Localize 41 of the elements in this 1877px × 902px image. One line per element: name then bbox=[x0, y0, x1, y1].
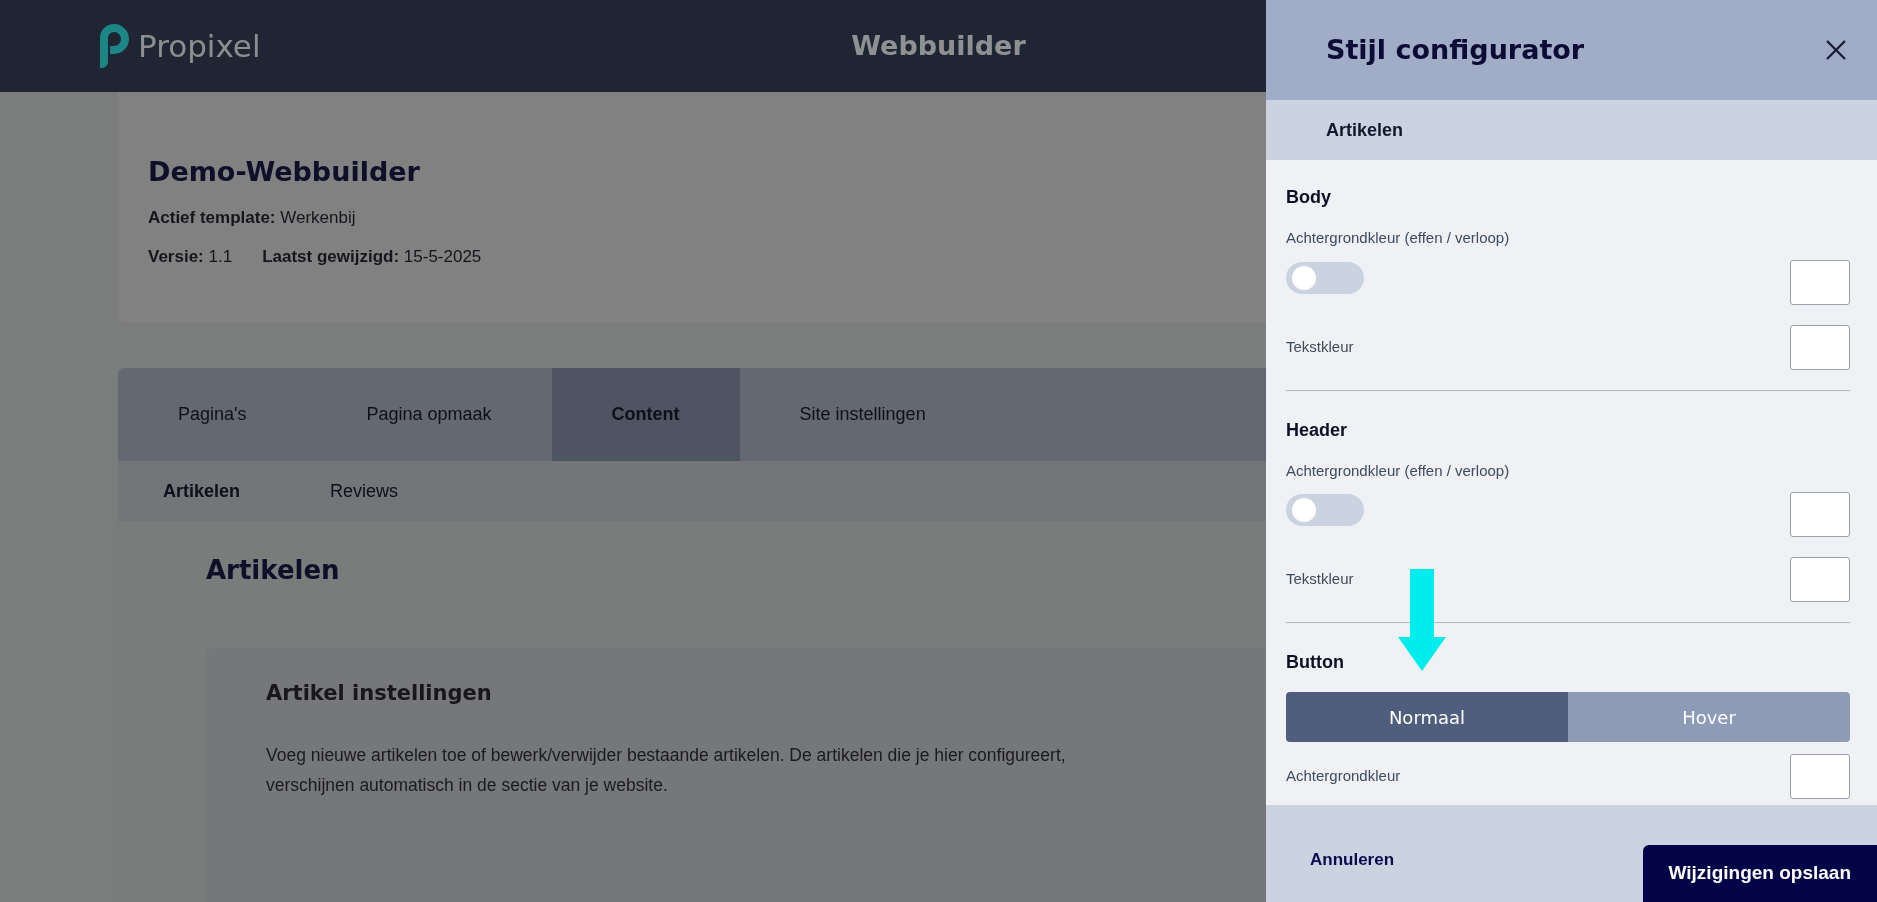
segment-button[interactable]: Normaal bbox=[1286, 692, 1568, 742]
subtab[interactable]: Reviews bbox=[330, 477, 399, 505]
save-button[interactable]: Wijzigingen opslaan bbox=[1642, 845, 1877, 902]
color-swatch[interactable] bbox=[1790, 492, 1850, 537]
card-description: Voeg nieuwe artikelen toe of bewerk/verwijder bestaande artikelen. De artikelen die je hier configureert, verschijnen automatisch in de sectie van je website. bbox=[266, 743, 1066, 797]
cancel-button[interactable]: Annuleren bbox=[1310, 846, 1395, 872]
toggle-switch[interactable] bbox=[1286, 261, 1364, 294]
field-label: Tekstkleur bbox=[1286, 569, 1354, 590]
tab[interactable]: Site instellingen bbox=[739, 368, 986, 461]
site-name: Demo-Webbuilder bbox=[148, 155, 421, 189]
toggle-knob bbox=[1292, 498, 1316, 522]
tab[interactable]: Pagina opmaak bbox=[306, 368, 552, 461]
version-text: Versie: 1.1 bbox=[148, 246, 233, 268]
subtab[interactable]: Artikelen bbox=[163, 477, 241, 505]
logo-icon bbox=[100, 24, 130, 68]
color-swatch[interactable] bbox=[1790, 754, 1850, 799]
tab[interactable]: Content bbox=[551, 368, 740, 461]
field-label: Achtergrondkleur bbox=[1286, 766, 1401, 787]
panel-title: Stijl configurator bbox=[1326, 32, 1585, 67]
section-title: Artikelen bbox=[1326, 118, 1404, 142]
card-title: Artikel instellingen bbox=[266, 680, 493, 707]
section-heading: Artikelen bbox=[206, 554, 340, 587]
modified-text: Laatst gewijzigd: 15-5-2025 bbox=[262, 246, 482, 268]
close-icon[interactable] bbox=[1825, 39, 1847, 61]
tab[interactable]: Pagina's bbox=[118, 368, 307, 461]
color-swatch[interactable] bbox=[1790, 259, 1850, 305]
field-label: Tekstkleur bbox=[1286, 336, 1354, 357]
logo-text: Propixel bbox=[138, 26, 261, 66]
group-title: Body bbox=[1286, 186, 1332, 209]
toggle-switch[interactable] bbox=[1286, 494, 1364, 526]
arrow-icon bbox=[1398, 569, 1446, 671]
field-label: Achtergrondkleur (effen / verloop) bbox=[1286, 460, 1511, 481]
group-title: Header bbox=[1286, 418, 1349, 442]
group-title: Button bbox=[1286, 651, 1345, 674]
color-swatch[interactable] bbox=[1790, 324, 1850, 370]
template-text: Actief template: Werkenbij bbox=[148, 206, 357, 229]
segment-button[interactable]: Hover bbox=[1568, 692, 1850, 742]
color-swatch[interactable] bbox=[1790, 557, 1850, 602]
field-label: Achtergrondkleur (effen / verloop) bbox=[1286, 228, 1511, 248]
toggle-knob bbox=[1292, 265, 1316, 290]
app-title: Webbuilder bbox=[851, 28, 1026, 63]
